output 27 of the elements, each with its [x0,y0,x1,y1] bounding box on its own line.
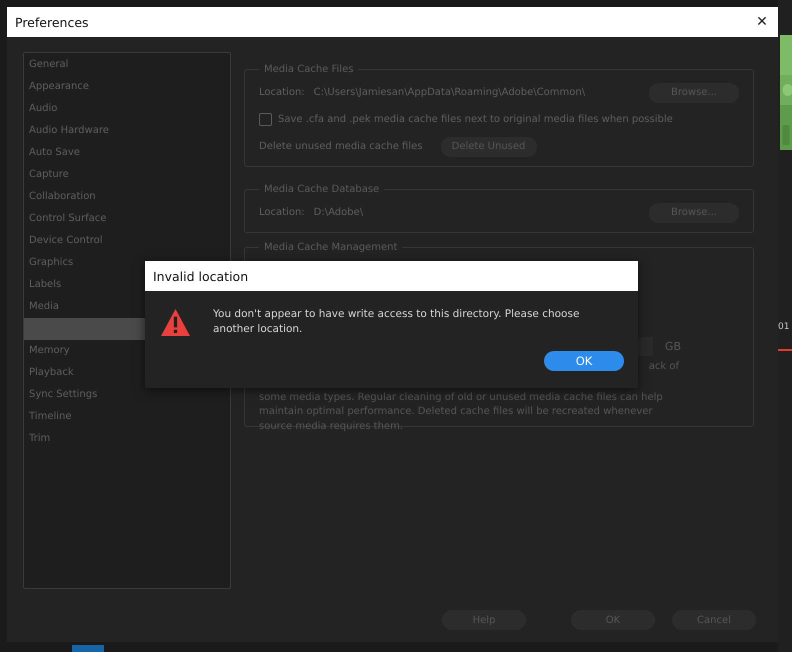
location-label: Location: [259,87,305,98]
category-item[interactable]: Device Control [24,230,230,252]
location-label: Location: [259,207,305,218]
timecode: 01 [778,322,790,332]
category-item[interactable]: Appearance [24,76,230,98]
checkbox[interactable] [259,113,272,126]
category-item[interactable]: Sync Settings [24,384,230,406]
warning-icon [160,308,191,337]
checkbox-label: Save .cfa and .pek media cache files next to original media files when possible [278,114,673,125]
category-item[interactable]: Timeline [24,406,230,428]
window-title: Preferences [15,14,89,30]
location-path: D:\Adobe\ [314,207,364,218]
dialog-title: Invalid location [153,268,248,284]
category-item[interactable]: Trim [24,428,230,450]
ok-button[interactable]: OK [544,351,624,371]
category-item[interactable]: Audio [24,98,230,120]
category-item[interactable]: Capture [24,164,230,186]
playhead-line [778,349,792,351]
category-item[interactable]: Audio Hardware [24,120,230,142]
category-item[interactable]: General [24,54,230,76]
close-button[interactable]: ✕ [747,7,777,37]
alert-message: You don't appear to have write access to this directory. Please choose another location. [213,307,580,337]
location-path: C:\Users\Jamiesan\AppData\Roaming\Adobe\Common\ [314,87,586,98]
category-item[interactable]: Auto Save [24,142,230,164]
category-item[interactable]: Control Surface [24,208,230,230]
delete-label: Delete unused media cache files [259,141,422,152]
category-item[interactable]: Collaboration [24,186,230,208]
